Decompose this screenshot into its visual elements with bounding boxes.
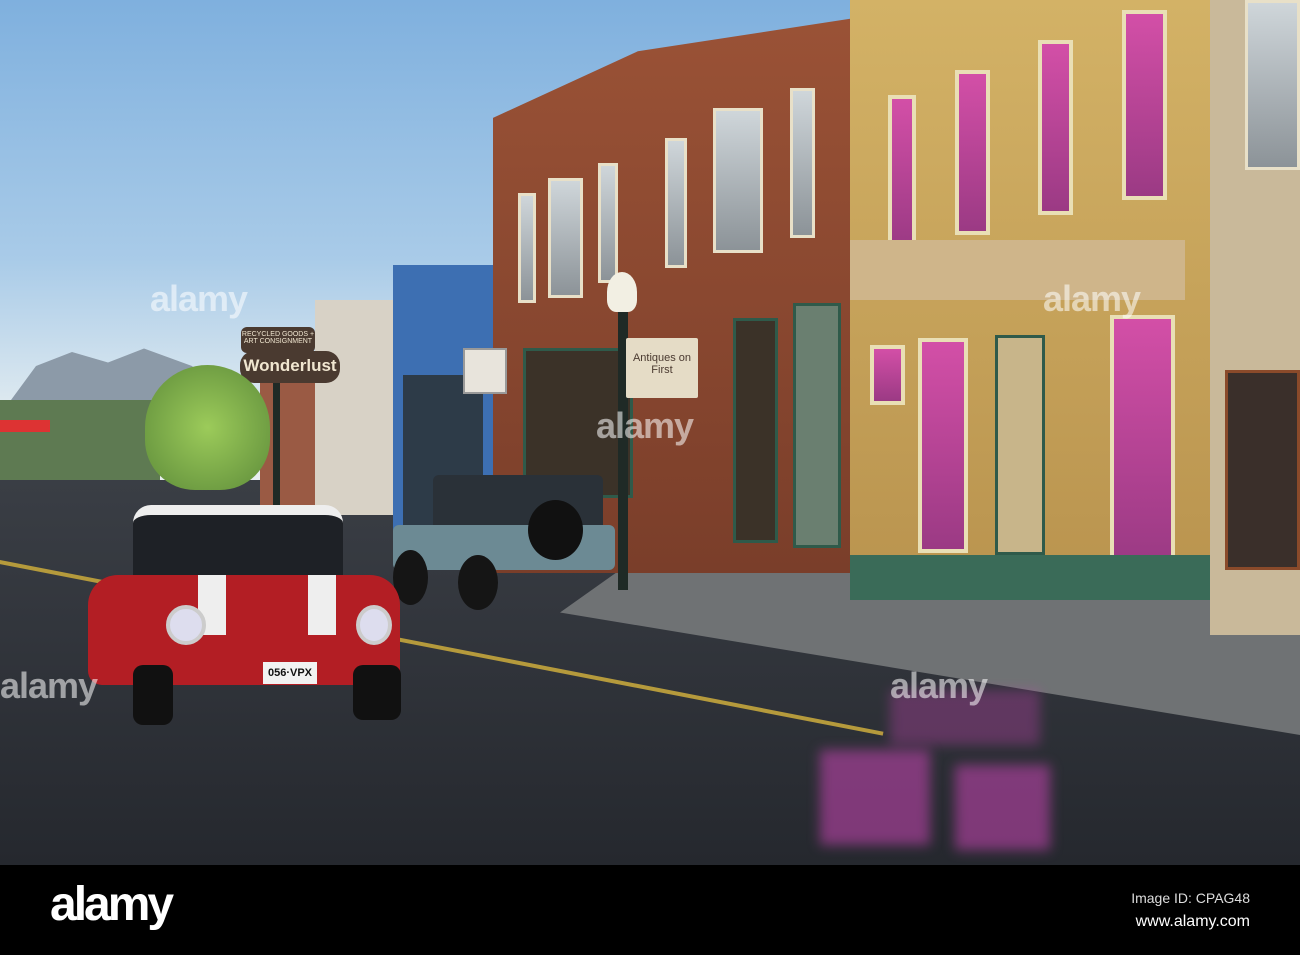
distant-trees	[0, 400, 160, 490]
recycled-goods-sign: RECYCLED GOODS + ART CONSIGNMENT	[241, 327, 315, 353]
gas-station-canopy	[0, 420, 50, 432]
watermark: alamy	[890, 665, 988, 706]
watermark: alamy	[150, 278, 248, 319]
wonderlust-sign: Wonderlust	[240, 351, 340, 383]
image-id: Image ID: CPAG48	[1131, 890, 1250, 906]
lamp-globe	[607, 272, 637, 312]
watermark: alamy	[0, 665, 98, 706]
watermark: alamy	[596, 405, 694, 446]
yellow-building	[850, 0, 1212, 600]
tree	[145, 365, 270, 490]
shop-sign	[463, 348, 507, 394]
white-building	[315, 300, 395, 515]
street-photo: RECYCLED GOODS + ART CONSIGNMENT Wonderl…	[0, 0, 1300, 865]
right-building	[1210, 0, 1300, 635]
license-plate: 056·VPX	[263, 662, 317, 684]
watermark: alamy	[1043, 278, 1141, 319]
footer-bar: alamy Image ID: CPAG48 www.alamy.com	[0, 865, 1300, 955]
lamp-post	[273, 370, 280, 510]
site-url: www.alamy.com	[1135, 913, 1250, 930]
light-reflection	[820, 750, 930, 845]
red-mini-cooper: 056·VPX	[88, 505, 401, 725]
antiques-sign: Antiques on First	[626, 338, 698, 398]
light-reflection	[955, 765, 1050, 850]
jeep	[393, 475, 615, 610]
alamy-logo: alamy	[50, 878, 174, 931]
